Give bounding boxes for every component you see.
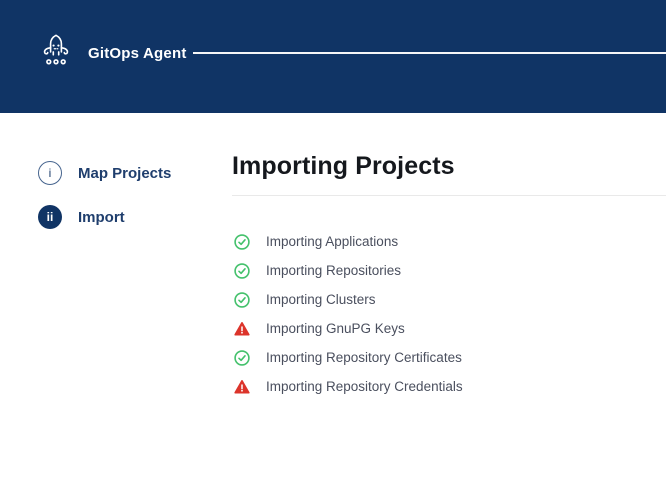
screen: GitOps Agent i Map Projects ii Import Im…	[0, 0, 666, 483]
step-import[interactable]: ii Import	[38, 205, 171, 229]
import-status-row: Importing GnuPG Keys	[234, 314, 666, 343]
import-status-row: Importing Applications	[234, 227, 666, 256]
import-status-row: Importing Clusters	[234, 285, 666, 314]
step-number-badge: ii	[38, 205, 62, 229]
check-circle-icon	[234, 234, 250, 250]
octopus-logo-icon	[38, 32, 74, 70]
status-icon	[234, 292, 250, 308]
check-circle-icon	[234, 350, 250, 366]
import-status-row: Importing Repositories	[234, 256, 666, 285]
status-icon	[234, 321, 250, 337]
import-item-label: Importing Repository Credentials	[266, 379, 463, 394]
check-circle-icon	[234, 263, 250, 279]
import-status-row: Importing Repository Certificates	[234, 343, 666, 372]
wizard-steps: i Map Projects ii Import	[38, 161, 171, 229]
import-item-label: Importing Repositories	[266, 263, 401, 278]
import-item-label: Importing Applications	[266, 234, 398, 249]
import-status-row: Importing Repository Credentials	[234, 372, 666, 401]
header-bar: GitOps Agent	[0, 0, 666, 113]
status-icon	[234, 263, 250, 279]
step-label: Import	[78, 209, 125, 226]
import-item-label: Importing Repository Certificates	[266, 350, 462, 365]
warning-triangle-icon	[234, 379, 250, 395]
status-icon	[234, 350, 250, 366]
page-title: Importing Projects	[232, 152, 455, 181]
title-divider-line	[232, 195, 666, 196]
step-label: Map Projects	[78, 165, 171, 182]
import-item-label: Importing GnuPG Keys	[266, 321, 405, 336]
status-icon	[234, 379, 250, 395]
app-title: GitOps Agent	[88, 45, 187, 63]
warning-triangle-icon	[234, 321, 250, 337]
header-divider-line	[193, 52, 666, 54]
status-icon	[234, 234, 250, 250]
import-item-label: Importing Clusters	[266, 292, 376, 307]
check-circle-icon	[234, 292, 250, 308]
step-number-badge: i	[38, 161, 62, 185]
step-map-projects[interactable]: i Map Projects	[38, 161, 171, 185]
import-status-list: Importing Applications Importing Reposit…	[234, 227, 666, 401]
